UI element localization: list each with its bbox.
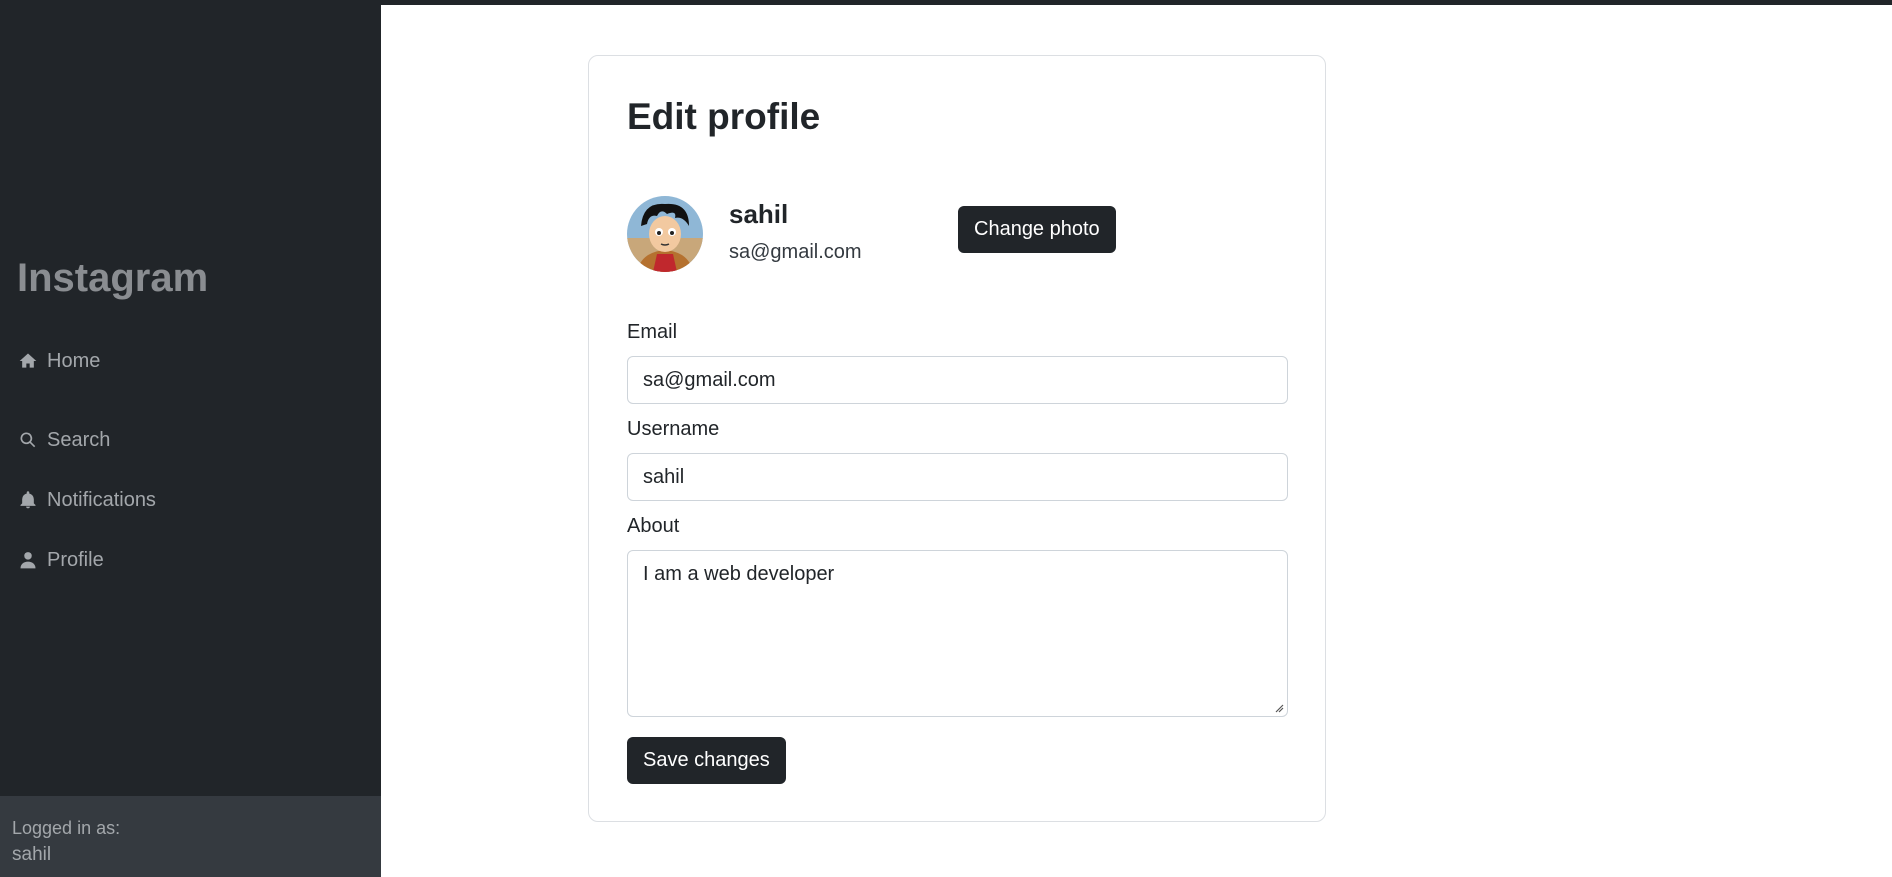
about-textarea-value: I am a web developer [643,563,835,585]
sidebar-item-label: Notifications [47,488,156,511]
brand-logo[interactable]: Instagram [17,256,208,301]
email-field-value: sa@gmail.com [643,368,776,391]
logged-in-label: Logged in as: [12,818,121,838]
top-bar [381,0,1892,5]
logged-in-user: sahil [12,844,52,865]
sidebar-footer: Logged in as: sahil [0,796,381,877]
about-label: About [627,515,680,537]
search-icon [17,429,39,451]
home-icon [17,350,39,372]
user-icon [17,549,39,571]
email-label: Email [627,321,678,343]
sidebar-item-profile[interactable]: Profile [17,530,104,590]
sidebar: Instagram Home Search Notifications Prof… [0,0,381,877]
sidebar-item-label: Home [47,350,101,372]
profile-username: sahil [729,199,789,229]
profile-email: sa@gmail.com [729,241,862,263]
email-field[interactable]: sa@gmail.com [627,356,1288,404]
avatar [627,196,703,272]
bell-icon [17,489,39,511]
about-textarea[interactable]: I am a web developer [627,550,1288,717]
page-title: Edit profile [627,96,821,137]
save-changes-button[interactable]: Save changes [627,737,786,784]
sidebar-item-label: Profile [47,548,104,571]
username-field[interactable]: sahil [627,453,1288,501]
sidebar-item-label: Search [47,428,111,451]
username-field-value: sahil [643,465,685,488]
sidebar-item-search[interactable]: Search [17,410,110,470]
edit-profile-card: Edit profile sahil sa@gmail.com Change p… [588,55,1326,822]
resize-handle-icon[interactable] [1274,703,1284,713]
sidebar-item-notifications[interactable]: Notifications [17,470,156,530]
sidebar-item-home[interactable]: Home [17,350,100,384]
change-photo-button[interactable]: Change photo [958,206,1116,253]
username-label: Username [627,418,720,440]
